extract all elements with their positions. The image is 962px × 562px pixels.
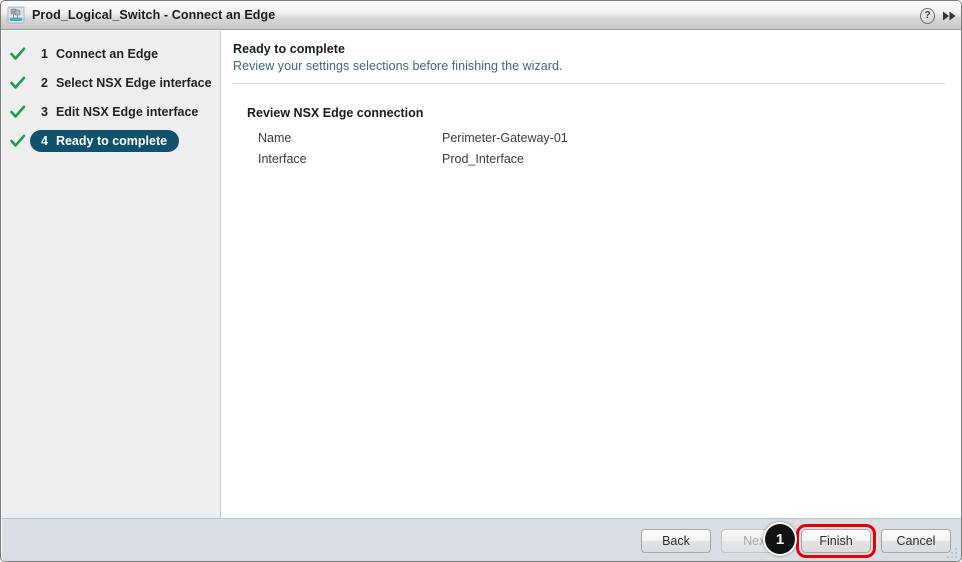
page-subtitle: Review your settings selections before f… [233,59,563,73]
wizard-content-panel: Ready to complete Review your settings s… [222,31,961,518]
sidebar-step-4[interactable]: 4 Ready to complete [2,130,220,152]
annotation-badge-1: 1 [763,522,797,556]
help-icon[interactable]: ? [920,7,935,24]
wizard-steps-sidebar: 1 Connect an Edge 2 Select NSX Edge inte… [2,31,221,518]
sidebar-step-2[interactable]: 2 Select NSX Edge interface [2,72,220,94]
content-divider [233,83,945,84]
review-value-interface: Prod_Interface [442,152,524,166]
window-title: Prod_Logical_Switch - Connect an Edge [32,8,276,22]
window-titlebar: Prod_Logical_Switch - Connect an Edge ? [1,1,961,30]
review-label-name: Name [258,131,292,145]
sidebar-step-3-label: Edit NSX Edge interface [55,105,199,119]
sidebar-step-3-number: 3 [41,105,48,119]
cancel-button[interactable]: Cancel [881,529,951,553]
page-title: Ready to complete [233,42,345,56]
resize-grip[interactable] [946,546,958,558]
sidebar-step-4-number: 4 [41,134,48,148]
review-value-name: Perimeter-Gateway-01 [442,131,568,145]
sidebar-step-2-pill: 2 Select NSX Edge interface [30,72,224,94]
wizard-window: Prod_Logical_Switch - Connect an Edge ? [0,0,962,562]
check-icon [9,104,26,120]
sidebar-step-2-number: 2 [41,76,48,90]
check-icon [9,133,26,149]
finish-button[interactable]: Finish [796,524,876,558]
review-row-name: Name Perimeter-Gateway-01 [247,131,948,152]
sidebar-step-4-pill: 4 Ready to complete [30,130,180,152]
sidebar-step-1[interactable]: 1 Connect an Edge [2,43,220,65]
help-icon-label: ? [920,7,935,24]
review-heading: Review NSX Edge connection [247,106,424,120]
review-row-interface: Interface Prod_Interface [247,152,948,173]
sidebar-step-1-number: 1 [41,47,48,61]
sidebar-step-3-pill: 3 Edit NSX Edge interface [30,101,210,123]
expand-chevrons-icon[interactable] [942,8,957,23]
titlebar-actions: ? [920,1,957,30]
sidebar-step-3[interactable]: 3 Edit NSX Edge interface [2,101,220,123]
review-label-interface: Interface [258,152,307,166]
back-button[interactable]: Back [641,529,711,553]
sidebar-step-2-label: Select NSX Edge interface [55,76,212,90]
sidebar-step-1-pill: 1 Connect an Edge [30,43,170,65]
review-section: Review NSX Edge connection Name Perimete… [233,106,948,173]
sidebar-step-4-label: Ready to complete [55,134,168,148]
logical-switch-icon [7,6,25,24]
check-icon [9,46,26,62]
wizard-footer: Back Next Finish Cancel [2,518,961,561]
sidebar-step-1-label: Connect an Edge [55,47,159,61]
check-icon [9,75,26,91]
